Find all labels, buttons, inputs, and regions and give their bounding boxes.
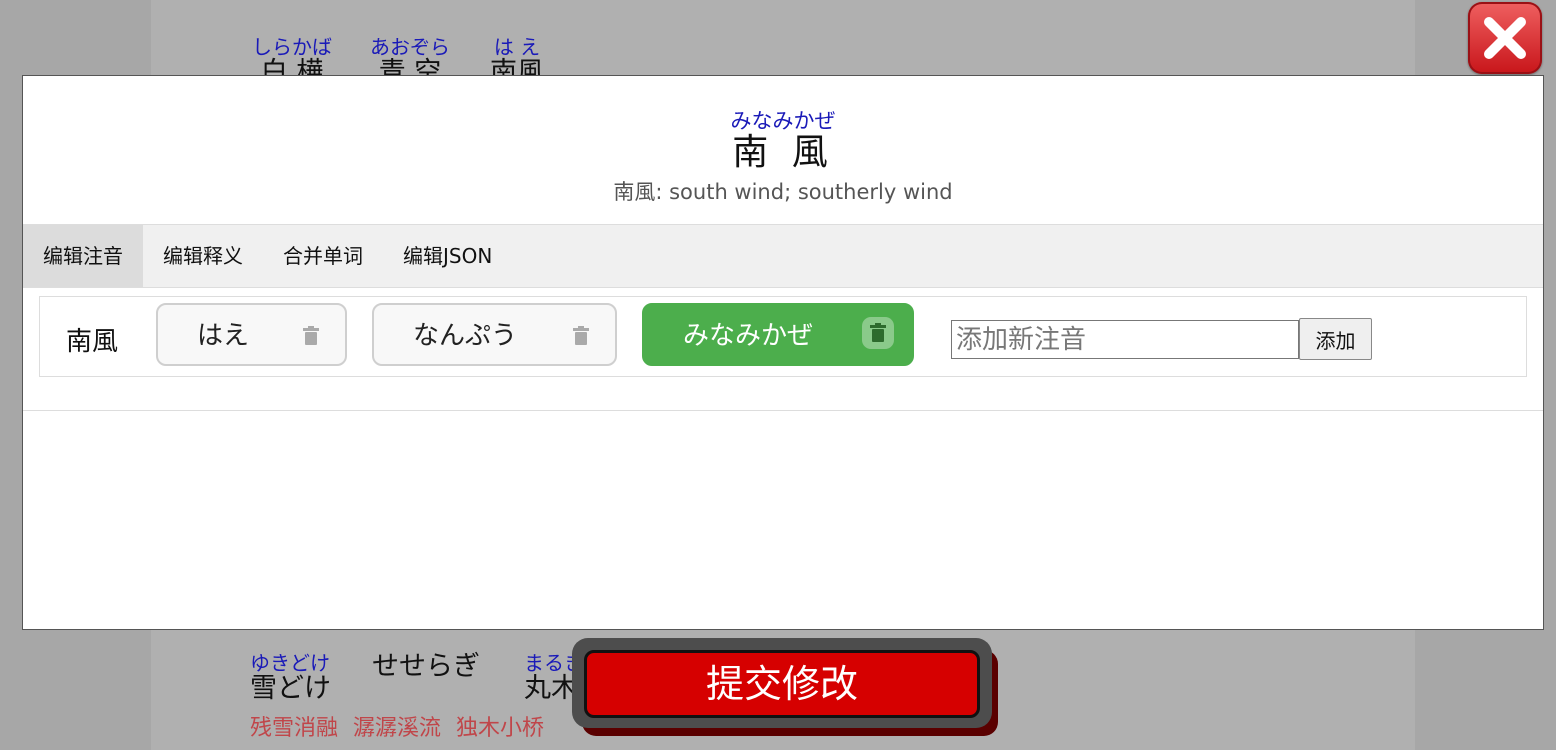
word-ruby: みなみかぜ (730, 109, 836, 133)
bg-meaning: 独木小桥 (456, 716, 545, 741)
word-title: 南 風 (732, 132, 834, 173)
add-reading-button[interactable]: 添加 (1299, 318, 1372, 360)
bg-meanings: 残雪消融 潺潺溪流 独木小桥 (250, 710, 552, 742)
bg-word-ruby: ゆきどけ (250, 651, 330, 675)
modal-header: みなみかぜ 南 風 南風: south wind; southerly wind (23, 76, 1543, 225)
bg-word-yukidoke: ゆきどけ 雪どけ (250, 652, 331, 704)
reading-text: なんぷう (413, 321, 518, 351)
reading-editor-row: 南風 はえ なんぷう みなみかぜ 添加 (39, 296, 1527, 377)
bg-word-ruby: は え (493, 35, 541, 59)
tab-bar: 编辑注音 编辑释义 合并单词 编辑JSON (23, 225, 1543, 288)
bg-meaning: 残雪消融 (250, 716, 339, 741)
divider (23, 410, 1543, 411)
bg-word-base: せせらぎ (372, 651, 480, 682)
reading-text: はえ (197, 321, 250, 351)
tab-edit-json[interactable]: 编辑JSON (383, 225, 512, 287)
reading-chip-minamikaze[interactable]: みなみかぜ (642, 303, 914, 366)
new-reading-input[interactable] (951, 320, 1299, 359)
close-icon (1484, 17, 1526, 59)
submit-button[interactable]: 提交修改 (584, 650, 980, 718)
trash-icon[interactable] (862, 317, 894, 356)
trash-icon[interactable] (302, 323, 320, 353)
tab-merge-words[interactable]: 合并单词 (263, 225, 383, 287)
bg-word-seseragi: せせらぎ (372, 652, 480, 682)
close-button[interactable] (1468, 2, 1542, 74)
submit-button-wrapper: 提交修改 (572, 638, 1000, 738)
reading-text: みなみかぜ (683, 321, 814, 351)
bg-word-ruby: しらかば (252, 35, 332, 59)
trash-icon[interactable] (572, 323, 590, 353)
bg-word-ruby: あおぞら (370, 35, 450, 59)
editor-word: 南風 (66, 327, 119, 357)
tab-edit-meaning[interactable]: 编辑释义 (143, 225, 263, 287)
edit-word-modal: みなみかぜ 南 風 南風: south wind; southerly wind… (22, 75, 1544, 630)
bg-meaning: 潺潺溪流 (353, 716, 442, 741)
reading-chip-nanpuu[interactable]: なんぷう (372, 303, 617, 366)
bg-word-base: 雪どけ (250, 673, 331, 704)
word-definition: 南風: south wind; southerly wind (613, 180, 953, 204)
tab-edit-reading[interactable]: 编辑注音 (23, 225, 143, 287)
reading-chip-hae[interactable]: はえ (156, 303, 347, 366)
